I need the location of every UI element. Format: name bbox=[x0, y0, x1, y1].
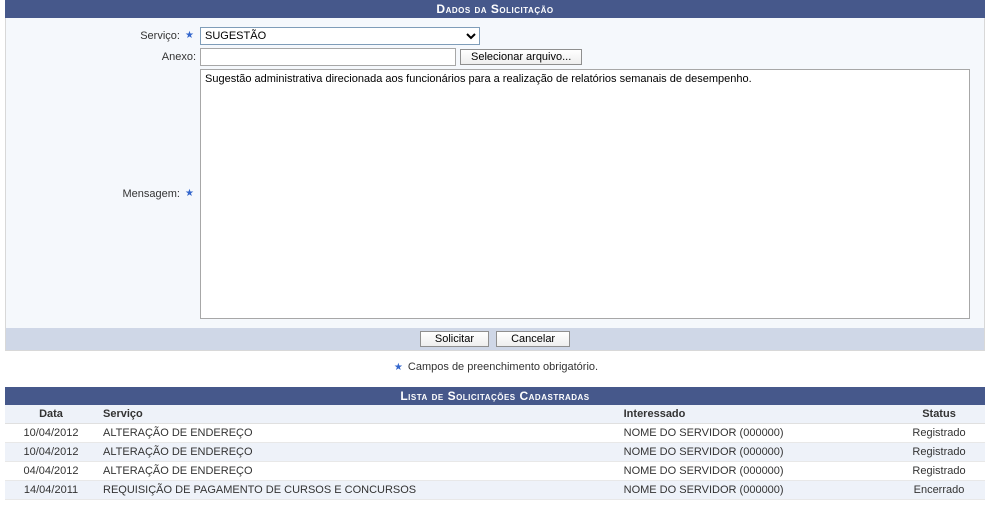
cell-status: Registrado bbox=[893, 462, 985, 481]
solicitacoes-table: Data Serviço Interessado Status 10/04/20… bbox=[5, 405, 985, 500]
section-header-dados: Dados da Solicitação bbox=[5, 0, 985, 18]
table-row: 04/04/2012ALTERAÇÃO DE ENDEREÇONOME DO S… bbox=[5, 462, 985, 481]
cell-status: Registrado bbox=[893, 424, 985, 443]
form-area: Serviço: ★ SUGESTÃO Anexo: Selecionar ar… bbox=[5, 18, 985, 328]
servico-select[interactable]: SUGESTÃO bbox=[200, 27, 480, 45]
cell-interessado: NOME DO SERVIDOR (000000) bbox=[618, 481, 893, 500]
anexo-input[interactable] bbox=[200, 48, 456, 66]
mensagem-label: Mensagem: bbox=[122, 188, 179, 200]
th-status: Status bbox=[893, 405, 985, 424]
cell-servico: ALTERAÇÃO DE ENDEREÇO bbox=[97, 443, 618, 462]
cell-servico: ALTERAÇÃO DE ENDEREÇO bbox=[97, 462, 618, 481]
mensagem-label-wrap: Mensagem: ★ bbox=[6, 185, 200, 203]
mensagem-textarea[interactable] bbox=[200, 69, 970, 319]
solicitar-button[interactable]: Solicitar bbox=[420, 331, 489, 347]
required-star-icon: ★ bbox=[183, 30, 196, 41]
table-row: 10/04/2012ALTERAÇÃO DE ENDEREÇONOME DO S… bbox=[5, 443, 985, 462]
cell-status: Registrado bbox=[893, 443, 985, 462]
anexo-label-wrap: Anexo: bbox=[6, 48, 200, 66]
required-star-icon: ★ bbox=[392, 362, 405, 373]
required-note-text: Campos de preenchimento obrigatório. bbox=[408, 361, 598, 373]
cell-interessado: NOME DO SERVIDOR (000000) bbox=[618, 424, 893, 443]
cell-data: 10/04/2012 bbox=[5, 443, 97, 462]
cell-data: 10/04/2012 bbox=[5, 424, 97, 443]
cell-interessado: NOME DO SERVIDOR (000000) bbox=[618, 443, 893, 462]
cell-data: 04/04/2012 bbox=[5, 462, 97, 481]
cancelar-button[interactable]: Cancelar bbox=[496, 331, 570, 347]
required-note: ★ Campos de preenchimento obrigatório. bbox=[5, 351, 985, 387]
table-row: 14/04/2011REQUISIÇÃO DE PAGAMENTO DE CUR… bbox=[5, 481, 985, 500]
button-bar: Solicitar Cancelar bbox=[5, 328, 985, 351]
cell-status: Encerrado bbox=[893, 481, 985, 500]
select-file-button[interactable]: Selecionar arquivo... bbox=[460, 49, 582, 65]
cell-servico: REQUISIÇÃO DE PAGAMENTO DE CURSOS E CONC… bbox=[97, 481, 618, 500]
cell-interessado: NOME DO SERVIDOR (000000) bbox=[618, 462, 893, 481]
anexo-label: Anexo: bbox=[162, 51, 196, 63]
th-servico: Serviço bbox=[97, 405, 618, 424]
servico-label-wrap: Serviço: ★ bbox=[6, 27, 200, 45]
section-header-lista: Lista de Solicitações Cadastradas bbox=[5, 387, 985, 405]
th-interessado: Interessado bbox=[618, 405, 893, 424]
required-star-icon: ★ bbox=[183, 188, 196, 199]
th-data: Data bbox=[5, 405, 97, 424]
cell-servico: ALTERAÇÃO DE ENDEREÇO bbox=[97, 424, 618, 443]
cell-data: 14/04/2011 bbox=[5, 481, 97, 500]
table-row: 10/04/2012ALTERAÇÃO DE ENDEREÇONOME DO S… bbox=[5, 424, 985, 443]
servico-label: Serviço: bbox=[140, 30, 180, 42]
